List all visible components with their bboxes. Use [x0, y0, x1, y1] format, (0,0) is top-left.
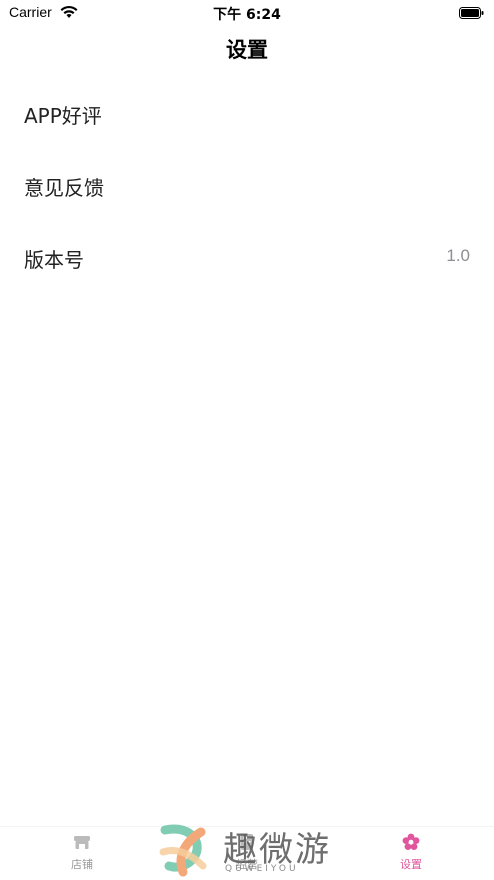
status-bar: Carrier 下午 6:24 [0, 0, 494, 26]
row-label: 版本号 [24, 248, 84, 272]
settings-row-app-rating[interactable]: APP好评 [0, 76, 494, 148]
settings-list: APP好评 意见反馈 版本号 1.0 [0, 76, 494, 292]
tab-bar: 店铺 经营 设置 [0, 826, 494, 880]
battery-icon [459, 7, 484, 19]
row-label: APP好评 [24, 104, 102, 128]
clock: 下午 6:24 [213, 7, 281, 23]
tab-operations[interactable]: 经营 [207, 831, 287, 879]
tab-store[interactable]: 店铺 [42, 831, 122, 879]
flower-gear-icon [402, 833, 420, 850]
version-value: 1.0 [446, 246, 470, 265]
row-label: 意见反馈 [24, 176, 104, 200]
ledger-icon [241, 834, 253, 850]
store-icon [74, 836, 90, 849]
tab-label: 设置 [400, 858, 422, 871]
page-title: 设置 [226, 38, 268, 62]
tab-label: 店铺 [71, 858, 93, 871]
tab-settings[interactable]: 设置 [371, 831, 451, 879]
settings-row-feedback[interactable]: 意见反馈 [0, 148, 494, 220]
settings-row-version[interactable]: 版本号 1.0 [0, 220, 494, 292]
tab-label: 经营 [236, 858, 258, 871]
